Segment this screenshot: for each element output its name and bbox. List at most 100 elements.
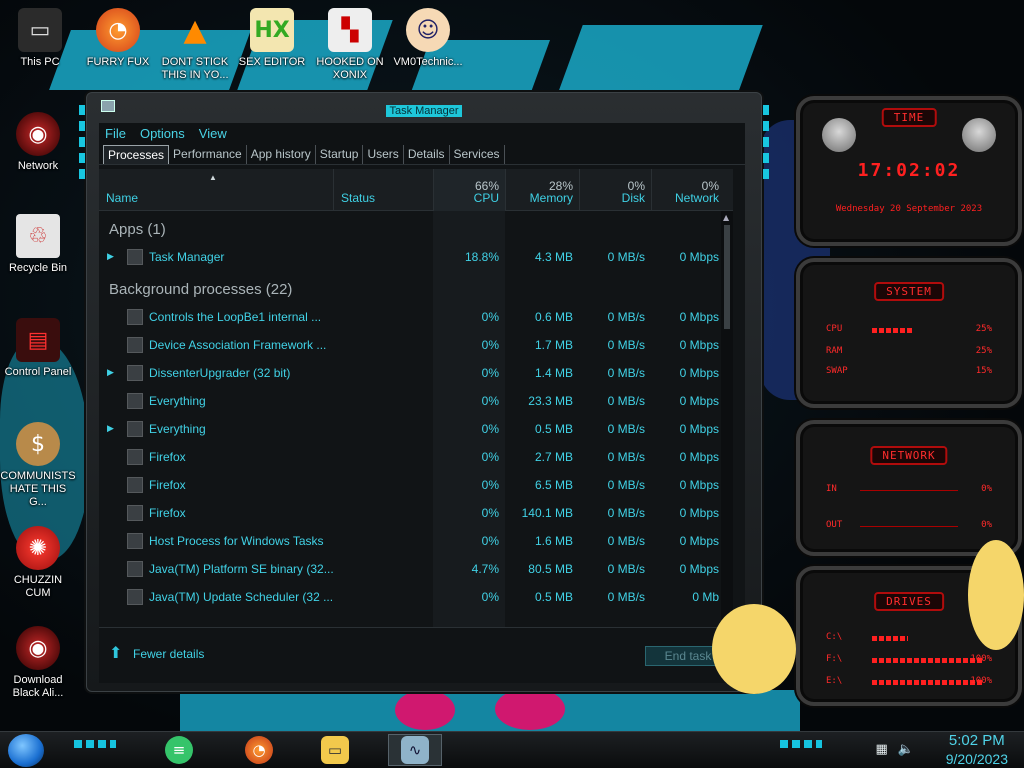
desktop-icon-communists[interactable]: $ COMMUNISTS HATE THIS G... bbox=[0, 422, 76, 509]
taskbar-app-task-manager[interactable]: ∿ bbox=[388, 734, 442, 766]
column-header-disk[interactable]: 0% Disk bbox=[579, 169, 651, 211]
apps-rows: ▶ Task Manager 18.8% 4.3 MB 0 MB/s 0 Mbps bbox=[99, 243, 733, 271]
network-gadget-header: NETWORK bbox=[870, 446, 948, 465]
process-icon bbox=[127, 477, 143, 493]
table-row[interactable]: Everything 0% 23.3 MB 0 MB/s 0 Mbps bbox=[99, 387, 733, 415]
taskbar-app-firefox[interactable]: ◔ bbox=[232, 734, 286, 766]
window-title-bar[interactable]: Task Manager bbox=[87, 99, 761, 117]
process-memory: 140.1 MB bbox=[521, 506, 573, 520]
taskbar: ≡ ◔ ▭ ∿ ▦ 🔈 5:02 PM 9/20/2023 bbox=[0, 731, 1024, 768]
desktop-icon-network[interactable]: ◉ Network bbox=[0, 112, 76, 173]
network-gadget: NETWORK IN 0% OUT 0% bbox=[796, 420, 1022, 556]
desktop-icon-control-panel[interactable]: ▤ Control Panel bbox=[0, 318, 76, 379]
desktop-icon-vm0technic[interactable]: ☺ VM0Technic... bbox=[390, 8, 466, 69]
process-icon bbox=[127, 337, 143, 353]
taskbar-app-file-explorer[interactable]: ▭ bbox=[308, 734, 362, 766]
expand-chevron-icon[interactable]: ▶ bbox=[107, 423, 114, 434]
table-row[interactable]: Controls the LoopBe1 internal ... 0% 0.6 M… bbox=[99, 303, 733, 331]
firefox-icon: ◔ bbox=[245, 736, 273, 764]
table-row[interactable]: Device Association Framework ... 0% 1.7 MB… bbox=[99, 331, 733, 359]
menu-view[interactable]: View bbox=[199, 126, 227, 142]
desktop-icon-this-pc[interactable]: ▭ This PC bbox=[2, 8, 78, 69]
table-row[interactable]: Java(TM) Platform SE binary (32... 4.7% 80… bbox=[99, 555, 733, 583]
process-cpu: 0% bbox=[481, 534, 499, 548]
process-disk: 0 MB/s bbox=[607, 394, 645, 408]
tab-processes[interactable]: Processes bbox=[103, 145, 170, 164]
table-row[interactable]: ▶ DissenterUpgrader (32 bit) 0% 1.4 MB 0 MB/… bbox=[99, 359, 733, 387]
expand-chevron-icon[interactable]: ▶ bbox=[107, 251, 114, 262]
process-name: Everything bbox=[149, 422, 206, 436]
process-disk: 0 MB/s bbox=[607, 590, 645, 604]
process-memory: 1.7 MB bbox=[534, 338, 573, 352]
desktop-icon-dont-stick[interactable]: ▲ DONT STICK THIS IN YO... bbox=[157, 8, 233, 82]
tab-performance[interactable]: Performance bbox=[169, 145, 247, 164]
process-disk: 0 MB/s bbox=[607, 310, 645, 324]
tab-details[interactable]: Details bbox=[404, 145, 450, 164]
tab-users[interactable]: Users bbox=[363, 145, 404, 164]
fewer-details-button[interactable]: ⬆ Fewer details bbox=[109, 646, 204, 662]
process-network: 0 Mbps bbox=[679, 338, 719, 352]
menu-options[interactable]: Options bbox=[140, 126, 185, 142]
column-header-name[interactable]: ▲ Name bbox=[99, 169, 333, 211]
taskbar-clock[interactable]: 5:02 PM 9/20/2023 bbox=[946, 732, 1008, 768]
tab-services[interactable]: Services bbox=[450, 145, 505, 164]
process-memory: 4.3 MB bbox=[534, 250, 573, 264]
desktop-icon-download-black-ali[interactable]: ◉ Download Black Ali... bbox=[0, 626, 76, 700]
process-name: Java(TM) Update Scheduler (32 ... bbox=[149, 590, 334, 604]
desktop-icon-xonix[interactable]: ▚ HOOKED ON XONIX bbox=[312, 8, 388, 82]
scrollbar-thumb[interactable] bbox=[724, 225, 730, 329]
column-header-cpu[interactable]: 66% CPU bbox=[433, 169, 505, 211]
volume-icon[interactable]: 🔈 bbox=[898, 742, 914, 757]
table-row[interactable]: ▶ Task Manager 18.8% 4.3 MB 0 MB/s 0 Mbps bbox=[99, 243, 733, 271]
system-gadget-header: SYSTEM bbox=[874, 282, 944, 301]
tab-app-history[interactable]: App history bbox=[247, 145, 316, 164]
process-cpu: 0% bbox=[481, 366, 499, 380]
table-row[interactable]: Firefox 0% 2.7 MB 0 MB/s 0 Mbps bbox=[99, 443, 733, 471]
desktop-icon-furry-fux[interactable]: ◔ FURRY FUX bbox=[80, 8, 156, 69]
task-manager-window[interactable]: Task Manager File Options View Processes… bbox=[79, 92, 769, 692]
process-name: Task Manager bbox=[149, 250, 225, 264]
process-disk: 0 MB/s bbox=[607, 534, 645, 548]
table-row[interactable]: Firefox 0% 6.5 MB 0 MB/s 0 Mbps bbox=[99, 471, 733, 499]
process-icon bbox=[127, 449, 143, 465]
table-row[interactable]: ▶ Everything 0% 0.5 MB 0 MB/s 0 Mbps bbox=[99, 415, 733, 443]
network-row-out: OUT 0% bbox=[826, 520, 992, 530]
menu-file[interactable]: File bbox=[105, 126, 126, 142]
arrow-up-icon: ⬆ bbox=[109, 645, 123, 662]
process-name: Firefox bbox=[149, 506, 186, 520]
notes-icon: ≡ bbox=[165, 736, 193, 764]
table-row[interactable]: Java(TM) Update Scheduler (32 ... 0% 0.5 M… bbox=[99, 583, 733, 611]
table-row[interactable]: Host Process for Windows Tasks 0% 1.6 MB 0 … bbox=[99, 527, 733, 555]
process-disk: 0 MB/s bbox=[607, 478, 645, 492]
column-header-network[interactable]: 0% Network bbox=[651, 169, 725, 211]
sort-up-icon: ▲ bbox=[209, 173, 217, 182]
gadget-clock: 17:02:02 bbox=[857, 160, 961, 181]
drive-row-f: F:\ 100% bbox=[826, 654, 992, 664]
time-gadget-header: TIME bbox=[881, 108, 937, 127]
expand-chevron-icon[interactable]: ▶ bbox=[107, 367, 114, 378]
alien-head-icon bbox=[962, 118, 996, 152]
start-button[interactable] bbox=[8, 734, 44, 767]
scroll-up-icon[interactable]: ▲ bbox=[723, 213, 729, 222]
system-row-cpu: CPU 25% bbox=[826, 324, 992, 334]
network-tray-icon[interactable]: ▦ bbox=[876, 742, 888, 757]
vertical-scrollbar[interactable]: ▲ bbox=[721, 211, 733, 627]
desktop-icon-chuzzin[interactable]: ✺ CHUZZIN CUM bbox=[0, 526, 76, 600]
desktop-icon-sex-editor[interactable]: HX SEX EDITOR bbox=[234, 8, 310, 69]
process-icon bbox=[127, 365, 143, 381]
group-header-apps[interactable]: Apps (1) bbox=[99, 211, 733, 243]
group-header-background[interactable]: Background processes (22) bbox=[99, 271, 733, 303]
recycle-bin-icon: ♲ bbox=[16, 214, 60, 258]
wallpaper-shape bbox=[180, 690, 800, 735]
column-header-memory[interactable]: 28% Memory bbox=[505, 169, 579, 211]
tab-startup[interactable]: Startup bbox=[316, 145, 364, 164]
process-cpu: 0% bbox=[481, 478, 499, 492]
process-network: 0 Mbps bbox=[679, 450, 719, 464]
taskbar-app-notes[interactable]: ≡ bbox=[152, 734, 206, 766]
process-disk: 0 MB/s bbox=[607, 506, 645, 520]
process-icon bbox=[127, 249, 143, 265]
desktop-icon-recycle-bin[interactable]: ♲ Recycle Bin bbox=[0, 214, 76, 275]
process-icon bbox=[127, 309, 143, 325]
column-header-status[interactable]: Status bbox=[333, 169, 433, 211]
table-row[interactable]: Firefox 0% 140.1 MB 0 MB/s 0 Mbps bbox=[99, 499, 733, 527]
